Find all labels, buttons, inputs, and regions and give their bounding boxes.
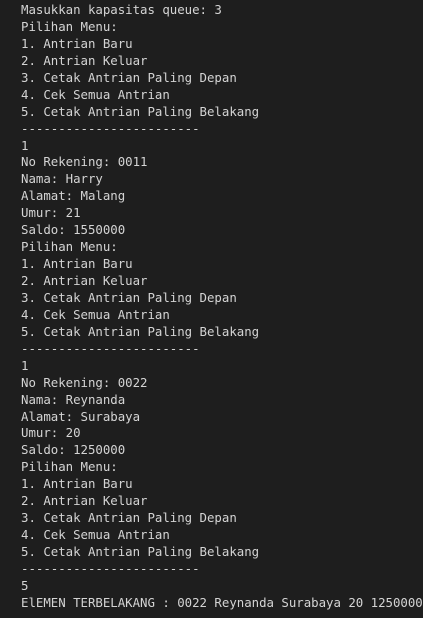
terminal-line: Pilihan Menu: <box>21 459 118 475</box>
terminal-line: 4. Cek Semua Antrian <box>21 527 170 543</box>
terminal-line: 4. Cek Semua Antrian <box>21 86 170 102</box>
terminal-line: No Rekening: 0011 <box>21 154 148 170</box>
terminal-line: 1. Antrian Baru <box>21 256 133 272</box>
terminal-line: 3. Cetak Antrian Paling Depan <box>21 69 237 85</box>
terminal-line: 1 <box>21 137 29 153</box>
terminal-line: Masukkan kapasitas queue: 3 <box>21 2 222 17</box>
terminal-line: 2. Antrian Keluar <box>21 493 148 509</box>
terminal-line: Alamat: Surabaya <box>21 408 141 424</box>
terminal-line: 1 <box>21 357 29 373</box>
terminal-line: ------------------------ <box>21 120 200 136</box>
terminal-line: Saldo: 1550000 <box>21 222 126 238</box>
terminal-line: ------------------------ <box>21 340 200 356</box>
terminal-line: 5. Cetak Antrian Paling Belakang <box>21 323 260 339</box>
terminal-line: 3. Cetak Antrian Paling Depan <box>21 510 237 526</box>
terminal-line: 2. Antrian Keluar <box>21 273 148 288</box>
terminal-line: 5. Cetak Antrian Paling Belakang <box>21 544 260 559</box>
terminal-line: 4. Cek Semua Antrian <box>21 306 170 322</box>
terminal-line: No Rekening: 0022 <box>21 374 148 390</box>
terminal-line: Nama: Harry <box>21 171 103 187</box>
terminal-line: Alamat: Malang <box>21 188 126 204</box>
terminal-line: Pilihan Menu: <box>21 18 118 34</box>
terminal-line: 2. Antrian Keluar <box>21 52 148 68</box>
terminal-line: 5. Cetak Antrian Paling Belakang <box>21 103 260 119</box>
terminal-line: 1. Antrian Baru <box>21 476 133 492</box>
terminal-line: Pilihan Menu: <box>21 239 118 255</box>
terminal-line: 1. Antrian Baru <box>21 35 133 51</box>
terminal-line: ElEMEN TERBELAKANG : 0022 Reynanda Surab… <box>21 594 423 610</box>
terminal-line: Saldo: 1250000 <box>21 442 126 458</box>
terminal-line: Nama: Reynanda <box>21 391 126 407</box>
terminal-line: ------------------------ <box>21 560 200 576</box>
terminal-line: 5 <box>21 577 29 593</box>
terminal-line: Umur: 20 <box>21 425 81 441</box>
terminal-line: 3. Cetak Antrian Paling Depan <box>21 289 237 305</box>
terminal-line: Umur: 21 <box>21 205 81 221</box>
terminal-output[interactable]: Masukkan kapasitas queue: 3 Pilihan Menu… <box>0 0 423 618</box>
